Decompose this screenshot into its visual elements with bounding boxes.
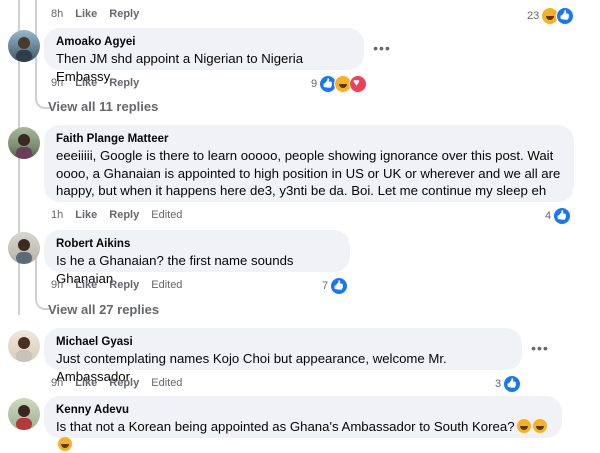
reply-button[interactable]: Reply bbox=[109, 77, 139, 89]
comment-author[interactable]: Amoako Agyei bbox=[56, 35, 352, 50]
comment-actions: 1h Like Reply Edited bbox=[51, 209, 194, 221]
avatar[interactable] bbox=[8, 330, 40, 362]
like-icon bbox=[330, 277, 349, 295]
reaction-count: 4 bbox=[545, 210, 552, 222]
love-icon bbox=[349, 75, 368, 93]
edited-label: Edited bbox=[151, 279, 183, 291]
comment-actions: 9h Like Reply Edited bbox=[51, 377, 194, 389]
top-comment-actions: 8h Like Reply bbox=[51, 8, 151, 20]
like-button[interactable]: Like bbox=[75, 377, 97, 389]
more-options-icon[interactable]: ••• bbox=[368, 40, 396, 60]
like-icon bbox=[553, 207, 572, 225]
reply-button[interactable]: Reply bbox=[109, 209, 139, 221]
comment-author[interactable]: Faith Plange Matteer bbox=[56, 132, 562, 147]
like-button[interactable]: Like bbox=[75, 8, 97, 20]
comment-text-body: Is that not a Korean being appointed as … bbox=[56, 419, 515, 434]
comment-time: 8h bbox=[51, 8, 64, 20]
avatar[interactable] bbox=[8, 127, 40, 159]
comment-actions: 9h Like Reply bbox=[51, 77, 151, 89]
comment-author[interactable]: Robert Aikins bbox=[56, 237, 338, 252]
comment-time: 9h bbox=[51, 377, 64, 389]
view-replies-link[interactable]: View all 27 replies bbox=[48, 302, 159, 317]
reaction-summary[interactable]: 23 bbox=[527, 7, 575, 25]
reaction-count: 3 bbox=[495, 378, 502, 390]
like-icon bbox=[503, 375, 522, 393]
comment-bubble: Kenny Adevu Is that not a Korean being a… bbox=[44, 396, 562, 451]
reaction-count: 7 bbox=[322, 280, 329, 292]
comment-author[interactable]: Michael Gyasi bbox=[56, 335, 510, 350]
laughing-emoji-icon bbox=[516, 419, 531, 433]
comment-bubble: Faith Plange Matteer eeeiiiii, Google is… bbox=[44, 125, 574, 202]
comment-bubble: Robert Aikins Is he a Ghanaian? the firs… bbox=[44, 230, 350, 286]
like-button[interactable]: Like bbox=[75, 77, 97, 89]
comment-bubble: Amoako Agyei Then JM shd appoint a Niger… bbox=[44, 28, 364, 84]
reply-button[interactable]: Reply bbox=[109, 377, 139, 389]
more-options-icon[interactable]: ••• bbox=[526, 340, 554, 360]
edited-label: Edited bbox=[151, 377, 183, 389]
comment-time: 9h bbox=[51, 77, 64, 89]
comment-text: Is that not a Korean being appointed as … bbox=[56, 418, 550, 453]
reaction-summary[interactable]: 4 bbox=[545, 207, 572, 225]
reaction-count: 23 bbox=[527, 10, 540, 22]
like-icon bbox=[556, 7, 575, 25]
avatar[interactable] bbox=[8, 232, 40, 264]
reaction-summary[interactable]: 9 bbox=[311, 75, 368, 93]
laughing-emoji-icon bbox=[532, 419, 547, 433]
comment-bubble: Michael Gyasi Just contemplating names K… bbox=[44, 328, 522, 384]
comment-time: 9h bbox=[51, 279, 64, 291]
avatar[interactable] bbox=[8, 398, 40, 430]
like-button[interactable]: Like bbox=[75, 209, 97, 221]
comment-actions: 9h Like Reply Edited bbox=[51, 279, 194, 291]
like-button[interactable]: Like bbox=[75, 279, 97, 291]
view-replies-link[interactable]: View all 11 replies bbox=[48, 99, 158, 114]
reaction-summary[interactable]: 7 bbox=[322, 277, 349, 295]
reaction-summary[interactable]: 3 bbox=[495, 375, 522, 393]
edited-label: Edited bbox=[151, 209, 183, 221]
laughing-emoji-icon bbox=[58, 436, 72, 451]
comment-time: 1h bbox=[51, 209, 64, 221]
avatar[interactable] bbox=[8, 30, 40, 62]
comment-text: eeeiiiii, Google is there to learn ooooo… bbox=[56, 148, 561, 198]
reaction-count: 9 bbox=[311, 78, 318, 90]
reply-button[interactable]: Reply bbox=[109, 8, 139, 20]
reply-button[interactable]: Reply bbox=[109, 279, 139, 291]
comment-author[interactable]: Kenny Adevu bbox=[56, 403, 550, 418]
